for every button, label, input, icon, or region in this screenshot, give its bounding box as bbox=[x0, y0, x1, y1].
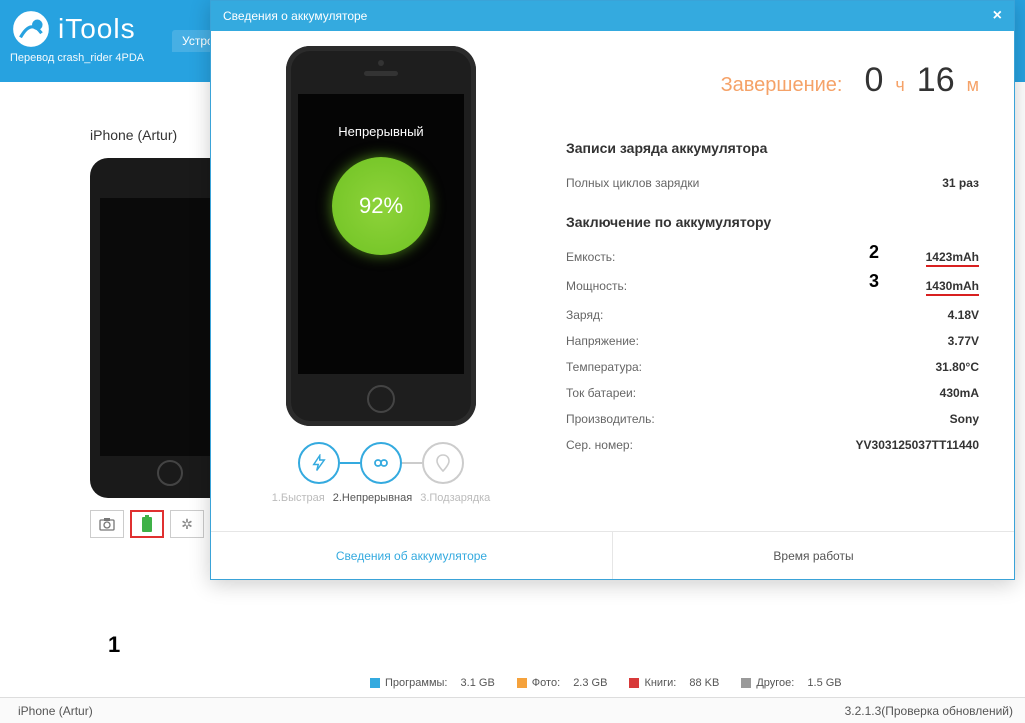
mode-labels: 1.Быстрая 2.Непрерывная 3.Подзарядка bbox=[272, 492, 491, 504]
modal-footer-tabs: Сведения об аккумуляторе Время работы bbox=[211, 531, 1014, 579]
completion-row: Завершение: 0 ч 16 м bbox=[566, 61, 979, 100]
app-subtitle: Перевод crash_rider 4PDA bbox=[10, 52, 172, 64]
battery-icon bbox=[141, 515, 153, 533]
loading-button[interactable]: ✲ bbox=[170, 510, 204, 538]
completion-minutes: 16 bbox=[917, 61, 955, 100]
modal-title: Сведения о аккумуляторе bbox=[223, 9, 367, 23]
row-serial: Сер. номер:YV303125037TT11440 bbox=[566, 432, 979, 458]
row-voltage: Напряжение:3.77V bbox=[566, 328, 979, 354]
lightning-icon bbox=[310, 454, 328, 472]
battery-percent-circle: 92% bbox=[332, 157, 430, 255]
section-charge-records: Записи заряда аккумулятора bbox=[566, 140, 979, 156]
row-current: Ток батареи:430mA bbox=[566, 380, 979, 406]
storage-photo: Фото: 2.3 GB bbox=[517, 677, 608, 689]
camera-icon bbox=[99, 517, 115, 531]
mode-trickle-icon[interactable] bbox=[422, 442, 464, 484]
annotation-2: 2 bbox=[869, 242, 879, 263]
charge-mode-label: Непрерывный bbox=[338, 124, 423, 139]
row-power: 3 Мощность:1430mAh bbox=[566, 273, 979, 302]
close-button[interactable]: × bbox=[993, 7, 1002, 25]
battery-info-panel: Завершение: 0 ч 16 м Записи заряда аккум… bbox=[551, 31, 1014, 531]
row-charge: Заряд:4.18V bbox=[566, 302, 979, 328]
completion-label: Завершение: bbox=[721, 74, 843, 97]
storage-apps: Программы: 3.1 GB bbox=[370, 677, 495, 689]
tab-runtime[interactable]: Время работы bbox=[612, 532, 1014, 579]
mode-label-continuous: 2.Непрерывная bbox=[333, 492, 412, 504]
row-cycles: Полных циклов зарядки31 раз bbox=[566, 170, 979, 196]
screenshot-button[interactable] bbox=[90, 510, 124, 538]
tab-battery-info[interactable]: Сведения об аккумуляторе bbox=[211, 532, 612, 579]
annotation-1: 1 bbox=[108, 632, 120, 658]
row-capacity: 2 Емкость:1423mAh bbox=[566, 244, 979, 273]
battery-info-modal: Сведения о аккумуляторе × Непрерывный 92… bbox=[210, 0, 1015, 580]
storage-books: Книги: 88 KB bbox=[629, 677, 719, 689]
mode-fast-icon[interactable] bbox=[298, 442, 340, 484]
mode-continuous-icon[interactable] bbox=[360, 442, 402, 484]
status-version: 3.2.1.3(Проверка обновлений) bbox=[845, 704, 1013, 718]
storage-other: Другое: 1.5 GB bbox=[741, 677, 841, 689]
annotation-3: 3 bbox=[869, 271, 879, 292]
spinner-icon: ✲ bbox=[181, 516, 193, 533]
logo-area: iTools Перевод crash_rider 4PDA bbox=[0, 0, 172, 64]
mode-label-fast: 1.Быстрая bbox=[272, 492, 325, 504]
completion-hours: 0 bbox=[864, 61, 883, 100]
app-logo-icon bbox=[10, 8, 52, 50]
charge-mode-selector bbox=[298, 442, 464, 484]
storage-legend: Программы: 3.1 GB Фото: 2.3 GB Книги: 88… bbox=[370, 677, 842, 689]
app-name: iTools bbox=[58, 13, 136, 45]
row-manufacturer: Производитель:Sony bbox=[566, 406, 979, 432]
row-temperature: Температура:31.80°C bbox=[566, 354, 979, 380]
phone-mockup: Непрерывный 92% bbox=[286, 46, 476, 426]
modal-header: Сведения о аккумуляторе × bbox=[211, 1, 1014, 31]
status-device: iPhone (Artur) bbox=[18, 704, 93, 718]
mode-label-trickle: 3.Подзарядка bbox=[420, 492, 490, 504]
phone-preview-panel: Непрерывный 92% 1.Быстрая bbox=[211, 31, 551, 531]
status-bar: iPhone (Artur) 3.2.1.3(Проверка обновлен… bbox=[0, 697, 1025, 723]
section-conclusion: Заключение по аккумулятору bbox=[566, 214, 979, 230]
pin-icon bbox=[436, 454, 450, 472]
battery-button[interactable] bbox=[130, 510, 164, 538]
infinity-icon bbox=[369, 456, 393, 470]
